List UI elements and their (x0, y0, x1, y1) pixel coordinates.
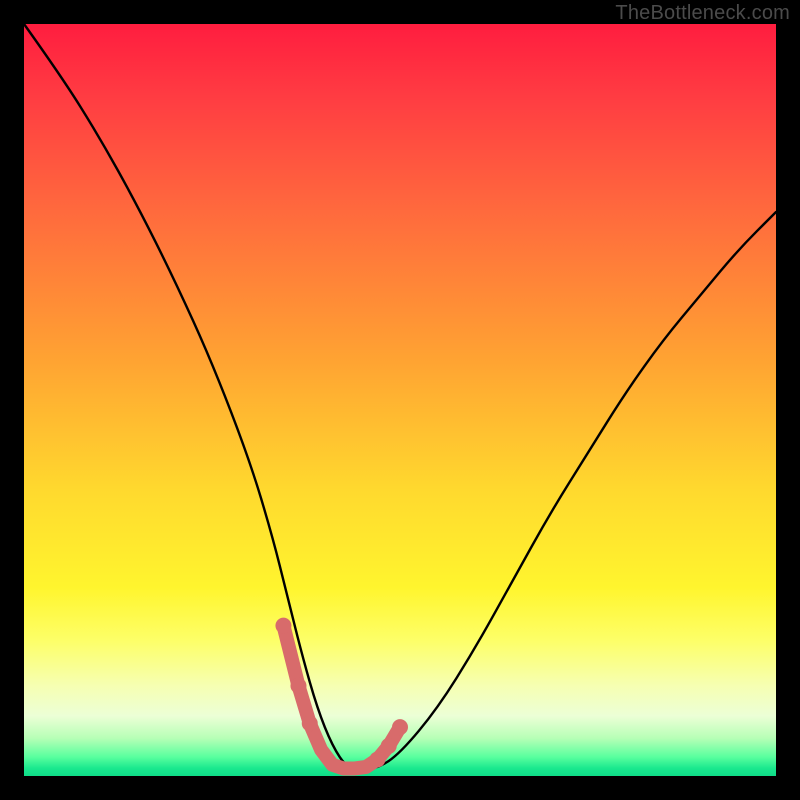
highlight-dot (392, 719, 408, 735)
chart-plot-area (24, 24, 776, 776)
highlight-dot (302, 715, 318, 731)
highlight-region-dots (275, 618, 408, 768)
highlight-dot (290, 678, 306, 694)
bottleneck-curve-svg (24, 24, 776, 776)
highlight-dot (275, 618, 291, 634)
highlight-dot (381, 738, 397, 754)
watermark-text: TheBottleneck.com (615, 2, 790, 25)
bottleneck-curve (24, 24, 776, 768)
highlight-dot (369, 751, 385, 767)
